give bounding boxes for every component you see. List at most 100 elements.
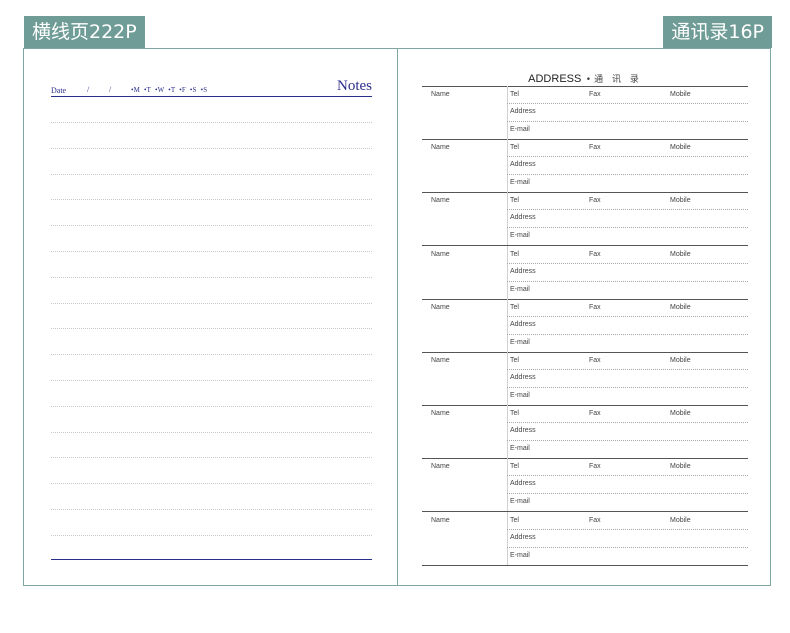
ruled-line: [51, 483, 372, 485]
address-entry: Name Tel Fax Mobile Address E-mail: [422, 245, 748, 300]
fax-label: Fax: [589, 91, 601, 98]
email-label: E-mail: [510, 179, 530, 187]
ruled-line: [51, 225, 372, 227]
email-label: E-mail: [510, 498, 530, 506]
ruled-line: [51, 457, 372, 459]
right-section-tag: 通讯录16P: [663, 16, 772, 48]
mobile-label: Mobile: [670, 410, 691, 418]
entry-row-divider: [507, 387, 748, 388]
address-label: Address: [510, 108, 536, 115]
address-label: Address: [510, 320, 536, 328]
mobile-label: Mobile: [670, 516, 691, 524]
address-label: Address: [510, 267, 536, 275]
entry-row-divider: [507, 475, 748, 477]
mobile-label: Mobile: [670, 91, 691, 98]
entry-column-divider: [507, 405, 508, 459]
notes-page: Date / / •M •T •W •T •F •S •S Notes: [51, 78, 372, 568]
address-entry: Name Tel Fax Mobile Address E-mail: [422, 192, 748, 247]
address-entry: Name Tel Fax Mobile Address E-mail: [422, 511, 748, 566]
name-label: Name: [431, 463, 450, 471]
entry-row-divider: [507, 422, 748, 424]
name-label: Name: [431, 250, 450, 258]
mobile-label: Mobile: [670, 144, 691, 152]
entry-column-divider: [507, 192, 508, 246]
address-entry: Name Tel Fax Mobile Address E-mail: [422, 458, 748, 513]
ruled-line: [51, 251, 372, 252]
notes-header: Date / / •M •T •W •T •F •S •S Notes: [51, 78, 372, 97]
entry-column-divider: [507, 245, 508, 299]
entry-column-divider: [507, 139, 508, 193]
tel-label: Tel: [510, 516, 519, 524]
address-entry: Name Tel Fax Mobile Address E-mail: [422, 86, 748, 140]
entry-row-divider: [507, 528, 748, 530]
fax-label: Fax: [589, 303, 601, 311]
entry-row-divider: [507, 369, 748, 370]
email-label: E-mail: [510, 392, 530, 399]
tel-label: Tel: [510, 197, 519, 205]
entry-row-divider: [507, 103, 748, 104]
name-label: Name: [431, 197, 450, 205]
fax-label: Fax: [589, 357, 601, 364]
address-entry: Name Tel Fax Mobile Address E-mail: [422, 405, 748, 460]
entry-row-divider: [507, 493, 748, 495]
fax-label: Fax: [589, 250, 601, 258]
entry-row-divider: [507, 315, 748, 317]
name-label: Name: [431, 516, 450, 524]
entry-column-divider: [507, 298, 508, 352]
ruled-line: [51, 431, 372, 433]
date-slash: /: [109, 85, 112, 94]
mobile-label: Mobile: [670, 303, 691, 311]
address-label: Address: [510, 480, 536, 488]
tel-label: Tel: [510, 463, 519, 471]
ruled-line: [51, 354, 372, 356]
entry-row-divider: [507, 174, 748, 176]
address-title-en: ADDRESS: [528, 73, 582, 85]
weekday-markers: •M •T •W •T •F •S •S: [131, 86, 208, 94]
mobile-label: Mobile: [670, 250, 691, 258]
address-entry: Name Tel Fax Mobile Address E-mail: [422, 352, 748, 406]
address-label: Address: [510, 161, 536, 169]
entry-column-divider: [507, 458, 508, 512]
ruled-line: [51, 380, 372, 381]
notes-title: Notes: [337, 78, 372, 94]
mobile-label: Mobile: [670, 463, 691, 471]
name-label: Name: [431, 91, 450, 98]
address-label: Address: [510, 427, 536, 435]
entry-row-divider: [507, 227, 748, 229]
entry-row-divider: [507, 546, 748, 548]
mobile-label: Mobile: [670, 197, 691, 205]
address-label: Address: [510, 533, 536, 541]
notes-bottom-rule: [51, 559, 372, 560]
entry-row-divider: [507, 280, 748, 282]
entry-row-divider: [507, 333, 748, 335]
address-entry: Name Tel Fax Mobile Address E-mail: [422, 298, 748, 353]
ruled-line: [51, 302, 372, 304]
mobile-label: Mobile: [670, 357, 691, 364]
name-label: Name: [431, 303, 450, 311]
tel-label: Tel: [510, 410, 519, 418]
fax-label: Fax: [589, 144, 601, 152]
entry-column-divider: [507, 352, 508, 405]
entry-row-divider: [507, 262, 748, 264]
email-label: E-mail: [510, 285, 530, 293]
fax-label: Fax: [589, 197, 601, 205]
left-section-tag: 横线页222P: [24, 16, 145, 48]
name-label: Name: [431, 144, 450, 152]
tel-label: Tel: [510, 357, 519, 364]
spread-center-divider: [397, 48, 398, 586]
date-label: Date: [51, 86, 67, 95]
entry-row-divider: [507, 209, 748, 211]
email-label: E-mail: [510, 126, 530, 133]
ruled-line: [51, 534, 372, 536]
ruled-line: [51, 405, 372, 407]
ruled-line: [51, 173, 372, 175]
ruled-line: [51, 199, 372, 201]
ruled-line: [51, 122, 372, 123]
entry-column-divider: [507, 511, 508, 565]
email-label: E-mail: [510, 551, 530, 559]
tel-label: Tel: [510, 250, 519, 258]
ruled-line: [51, 509, 372, 510]
fax-label: Fax: [589, 516, 601, 524]
ruled-line: [51, 328, 372, 330]
tel-label: Tel: [510, 303, 519, 311]
